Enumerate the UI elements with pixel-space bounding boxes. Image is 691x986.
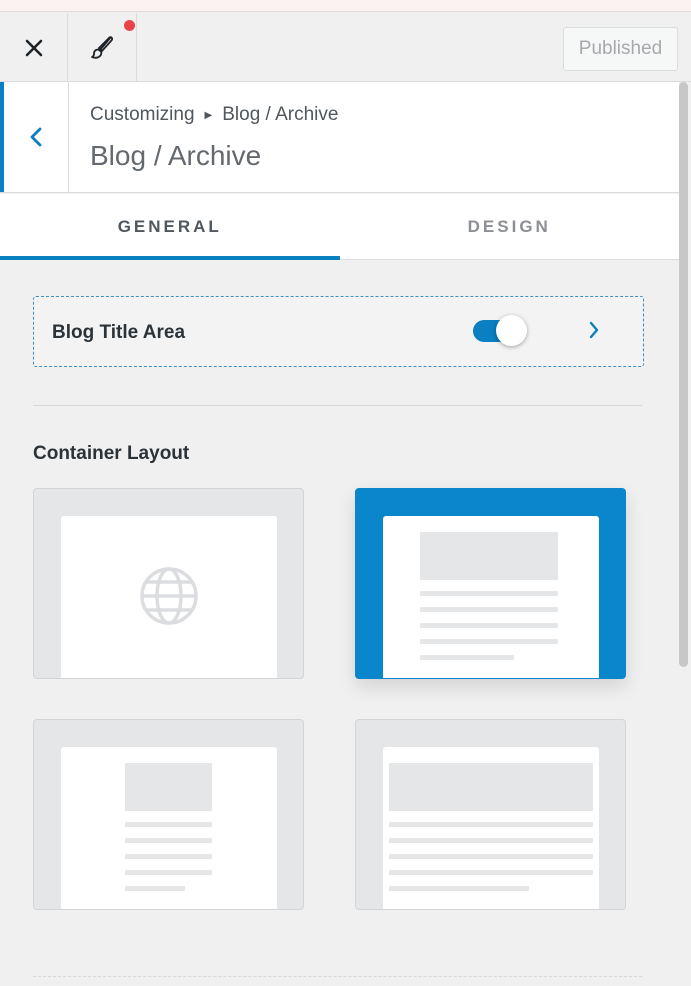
customizer-toolbar: Published [0,13,691,82]
layout-preview [61,747,277,909]
published-button[interactable]: Published [563,27,678,71]
close-button[interactable] [0,13,68,82]
preview-line [420,655,514,660]
top-strip [0,0,691,12]
preview-line [389,822,593,827]
tab-bar: GENERAL DESIGN [0,194,679,260]
layout-preview [383,747,599,909]
tab-general[interactable]: GENERAL [0,194,340,260]
preview-line [420,591,558,596]
globe-icon [140,567,198,625]
blog-title-area-row[interactable]: Blog Title Area [33,296,644,367]
preview-image-block [420,532,558,580]
preview-line [389,870,593,875]
preview-line [125,886,185,891]
breadcrumb-arrow-icon: ▶ [204,109,213,121]
style-button[interactable] [68,13,137,82]
preview-line [125,822,212,827]
preview-line [125,854,212,859]
blog-title-area-toggle[interactable] [473,315,527,346]
back-button[interactable] [0,82,69,192]
preview-line [420,639,558,644]
tab-design[interactable]: DESIGN [340,194,680,259]
preview-line [389,886,529,891]
layout-option-full-width-contained[interactable] [355,719,626,910]
page-title: Blog / Archive [90,140,262,171]
preview-image-block [389,763,593,811]
brush-icon [91,35,114,59]
breadcrumb-root: Customizing [90,104,195,125]
breadcrumb-current: Blog / Archive [222,104,339,125]
notification-dot [124,20,135,31]
layout-option-boxed[interactable] [355,488,626,679]
divider [33,405,642,406]
preview-line [125,870,212,875]
divider [33,976,642,977]
scrollbar[interactable] [679,82,688,986]
blog-title-area-label: Blog Title Area [52,322,186,343]
layout-preview [61,516,277,678]
preview-line [389,854,593,859]
section-header: Customizing ▶ Blog / Archive Blog / Arch… [0,82,679,193]
layout-preview [383,516,599,678]
container-layout-title: Container Layout [33,443,190,464]
preview-line [125,838,212,843]
close-icon [25,39,42,56]
breadcrumb: Customizing ▶ Blog / Archive [90,104,338,126]
preview-line [389,838,593,843]
chevron-right-icon[interactable] [587,319,601,341]
preview-line [420,623,558,628]
preview-image-block [125,763,212,811]
layout-option-full-width[interactable] [33,488,304,679]
chevron-left-icon [30,127,42,147]
preview-line [420,607,558,612]
scrollbar-thumb[interactable] [679,82,688,667]
layout-option-content-boxed[interactable] [33,719,304,910]
toggle-knob [496,315,527,346]
